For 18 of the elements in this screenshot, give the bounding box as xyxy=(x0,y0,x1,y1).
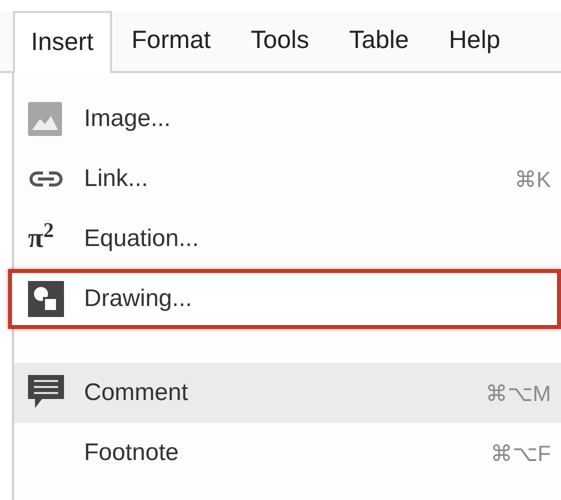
menu-item[interactable]: Image... xyxy=(14,89,561,149)
menu-item[interactable]: Comment ⌘⌥M xyxy=(14,363,561,423)
menu-tab[interactable]: Tools xyxy=(238,11,322,71)
menu-item[interactable]: Link... ⌘K xyxy=(14,149,561,209)
shapes-icon xyxy=(28,281,64,317)
shortcut-text: ⌘⌥M xyxy=(486,380,551,408)
menu-tab[interactable]: Format xyxy=(120,11,223,71)
image-icon xyxy=(28,102,62,136)
menu-item[interactable]: π$^{2}$ Equation... xyxy=(14,209,561,269)
equation-icon: π$^{2}$ xyxy=(28,225,54,253)
menu-tab[interactable]: Table xyxy=(337,11,421,71)
link-icon xyxy=(28,170,64,188)
menu-item[interactable]: Footnote ⌘⌥F xyxy=(14,423,561,483)
shortcut-text: ⌘K xyxy=(514,166,551,194)
menu-tab[interactable]: Help xyxy=(436,11,512,71)
menu-item[interactable]: Drawing... xyxy=(8,269,561,329)
shortcut-text: ⌘⌥F xyxy=(490,440,551,468)
menu-tab[interactable]: Insert xyxy=(13,11,112,73)
